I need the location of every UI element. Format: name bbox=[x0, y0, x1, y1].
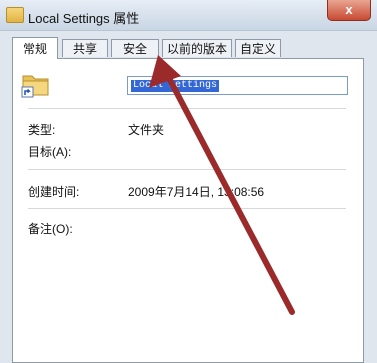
title-bar[interactable]: Local Settings 属性 x bbox=[0, 0, 377, 31]
folder-name-field[interactable]: Local Settings bbox=[127, 76, 348, 95]
type-value: 文件夹 bbox=[128, 123, 165, 137]
created-value: 2009年7月14日, 13:08:56 bbox=[128, 185, 265, 199]
tab-general[interactable]: 常规 bbox=[12, 37, 58, 59]
tab-sharing[interactable]: 共享 bbox=[62, 39, 108, 57]
tab-customize[interactable]: 自定义 bbox=[235, 39, 281, 57]
target-label: 目标(A): bbox=[28, 145, 72, 159]
window-title: Local Settings 属性 bbox=[28, 11, 140, 26]
divider bbox=[28, 169, 346, 170]
shortcut-folder-icon bbox=[21, 75, 49, 98]
close-button[interactable]: x bbox=[327, 0, 371, 21]
tab-previous-versions[interactable]: 以前的版本 bbox=[162, 39, 232, 57]
general-panel bbox=[12, 58, 364, 363]
divider bbox=[28, 108, 346, 109]
tab-security[interactable]: 安全 bbox=[111, 39, 159, 57]
type-label: 类型: bbox=[28, 123, 56, 137]
created-label: 创建时间: bbox=[28, 185, 80, 199]
divider bbox=[28, 208, 346, 209]
folder-icon bbox=[6, 7, 24, 23]
comment-label: 备注(O): bbox=[28, 222, 73, 236]
folder-name-value: Local Settings bbox=[131, 80, 220, 92]
